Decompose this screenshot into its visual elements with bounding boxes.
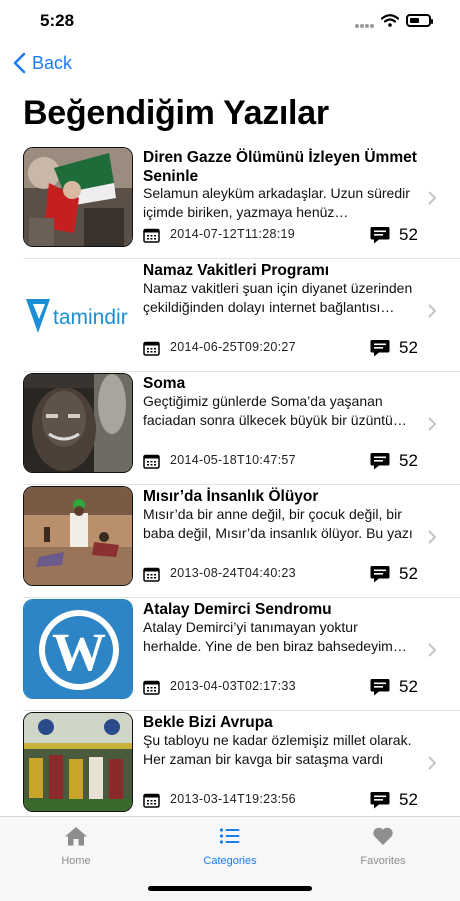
item-date: 2013-03-14T19:23:56 <box>170 792 296 806</box>
heart-icon <box>373 827 393 845</box>
item-description: Mısır’da bir anne değil, bir çocuk değil… <box>143 506 413 541</box>
list-item[interactable]: W Atalay Demirci Sendromu Atalay Demirci… <box>0 598 460 711</box>
status-bar: 5:28 <box>0 0 460 44</box>
thumbnail-image <box>23 147 133 247</box>
tab-categories[interactable]: Categories <box>170 825 290 867</box>
calendar-icon <box>143 567 160 582</box>
item-title: Atalay Demirci Sendromu <box>143 601 332 618</box>
logo-text: tamindir <box>53 306 128 329</box>
chevron-right-icon <box>428 643 436 657</box>
item-date: 2014-05-18T10:47:57 <box>170 453 296 467</box>
thumbnail-image: tamindir <box>23 260 133 360</box>
page-title: Beğendiğim Yazılar <box>23 94 329 132</box>
comment-count: 52 <box>399 564 418 583</box>
comment-count: 52 <box>399 225 418 244</box>
calendar-icon <box>143 228 160 243</box>
list-item[interactable]: Soma Geçtiğimiz günlerde Soma’da yaşanan… <box>0 372 460 485</box>
item-title: Diren Gazze Ölümünü İzleyen Ümmet Seninl… <box>143 149 417 185</box>
chevron-left-icon <box>13 52 26 74</box>
calendar-icon <box>143 454 160 469</box>
comment-icon <box>370 679 390 696</box>
comment-count: 52 <box>399 677 418 696</box>
item-title: Mısır’da İnsanlık Ölüyor <box>143 488 319 505</box>
item-description: Şu tabloyu ne kadar özlemişiz millet ola… <box>143 732 412 767</box>
item-description: Namaz vakitleri şuan için diyanet üzerin… <box>143 280 413 315</box>
list-item[interactable]: tamindir Namaz Vakitleri Programı Namaz … <box>0 259 460 372</box>
item-title: Bekle Bizi Avrupa <box>143 714 273 731</box>
home-indicator[interactable] <box>148 886 312 891</box>
chevron-right-icon <box>428 417 436 431</box>
comment-icon <box>370 566 390 583</box>
comment-icon <box>370 227 390 244</box>
comment-count: 52 <box>399 790 418 809</box>
comment-icon <box>370 453 390 470</box>
thumbnail-image <box>23 486 133 586</box>
tab-favorites-label: Favorites <box>360 855 406 867</box>
item-title: Namaz Vakitleri Programı <box>143 262 330 279</box>
battery-icon <box>406 14 433 27</box>
comment-icon <box>370 792 390 809</box>
svg-text:W: W <box>52 622 106 682</box>
thumbnail-image: W <box>23 599 133 699</box>
tab-categories-label: Categories <box>203 855 257 867</box>
signal-icon <box>355 15 375 33</box>
back-label: Back <box>32 52 73 73</box>
item-description: Selamun aleyküm arkadaşlar. Uzun süredir… <box>143 185 410 220</box>
item-date: 2013-04-03T02:17:33 <box>170 679 296 693</box>
wifi-icon <box>381 14 399 27</box>
tab-favorites[interactable]: Favorites <box>323 825 443 867</box>
back-button[interactable]: Back <box>12 52 72 74</box>
item-description: Atalay Demirci’yi tanımayan yoktur herha… <box>143 619 393 654</box>
item-description: Geçtiğimiz günlerde Soma’da yaşanan faci… <box>143 393 393 428</box>
tab-home[interactable]: Home <box>16 825 136 867</box>
item-date: 2014-06-25T09:20:27 <box>170 340 296 354</box>
tab-home-label: Home <box>61 855 91 867</box>
list-item[interactable]: Bekle Bizi Avrupa Şu tabloyu ne kadar öz… <box>0 711 460 824</box>
chevron-right-icon <box>428 191 436 205</box>
item-date: 2014-07-12T11:28:19 <box>170 227 296 241</box>
list-item[interactable]: Mısır’da İnsanlık Ölüyor Mısır’da bir an… <box>0 485 460 598</box>
item-title: Soma <box>143 375 186 392</box>
comment-count: 52 <box>399 451 418 470</box>
chevron-right-icon <box>428 756 436 770</box>
article-list: Diren Gazze Ölümünü İzleyen Ümmet Seninl… <box>0 146 460 824</box>
home-icon <box>65 827 87 846</box>
thumbnail-image <box>23 373 133 473</box>
comment-icon <box>370 340 390 357</box>
thumbnail-image <box>23 712 133 812</box>
comment-count: 52 <box>399 338 418 357</box>
item-date: 2013-08-24T04:40:23 <box>170 566 296 580</box>
calendar-icon <box>143 341 160 356</box>
chevron-right-icon <box>428 530 436 544</box>
list-item[interactable]: Diren Gazze Ölümünü İzleyen Ümmet Seninl… <box>0 146 460 259</box>
calendar-icon <box>143 680 160 695</box>
calendar-icon <box>143 793 160 808</box>
chevron-right-icon <box>428 304 436 318</box>
list-icon <box>219 828 240 844</box>
status-time: 5:28 <box>40 11 75 30</box>
